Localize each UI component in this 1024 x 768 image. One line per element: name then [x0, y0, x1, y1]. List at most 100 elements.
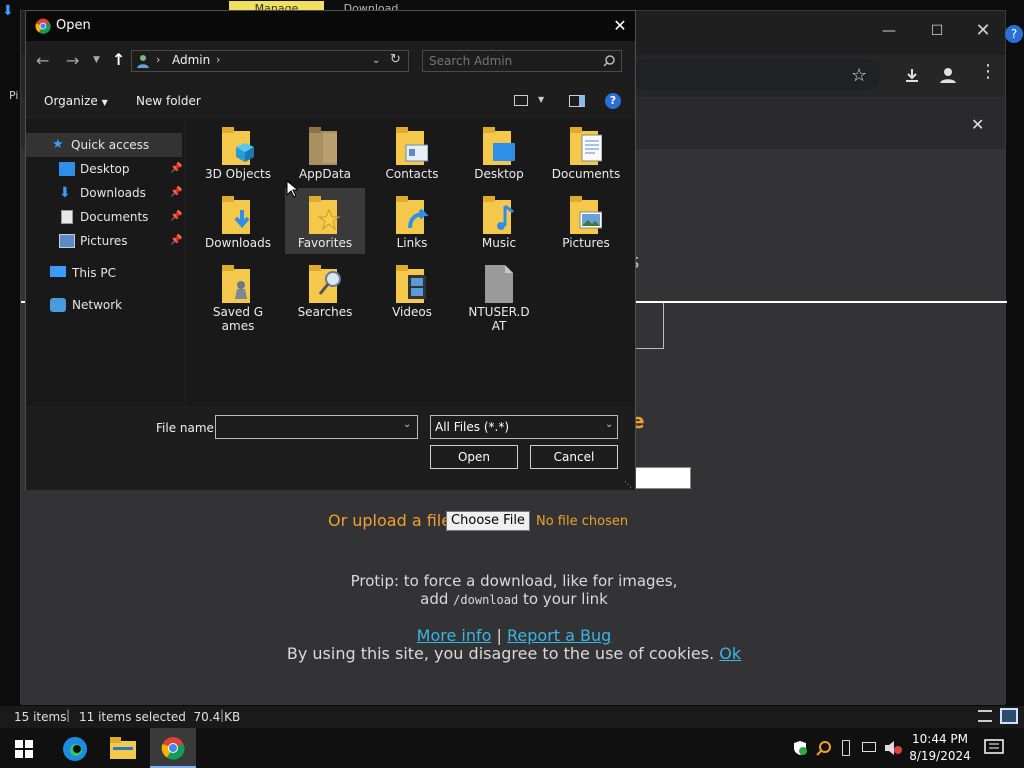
banner-close-icon[interactable]: ✕	[971, 115, 984, 134]
dialog-footer: File name: ⌄ All Files (*.*) ⌄ Open Canc…	[26, 406, 635, 490]
edge-icon[interactable]	[62, 736, 88, 762]
file-item-documents[interactable]: Documents	[546, 119, 626, 185]
dialog-close-button[interactable]: ✕	[606, 14, 634, 38]
links-row: More info | Report a Bug	[21, 626, 1007, 645]
download-icon[interactable]	[903, 67, 921, 85]
selection-info: 11 items selected 70.4 KB	[79, 710, 241, 724]
bookmark-star-icon[interactable]: ☆	[851, 65, 867, 86]
file-item-music[interactable]: Music	[459, 188, 539, 254]
file-item-contacts[interactable]: Contacts	[372, 119, 452, 185]
network-tray-icon[interactable]	[862, 742, 876, 752]
breadcrumb-bar[interactable]: › Admin › ⌄ ↻	[131, 50, 409, 72]
file-name-field[interactable]	[218, 418, 394, 436]
file-item-downloads[interactable]: Downloads	[198, 188, 278, 254]
file-type-select[interactable]: All Files (*.*) ⌄	[430, 415, 618, 439]
dialog-titlebar[interactable]: Open ✕	[26, 11, 635, 41]
file-label: 3D Objects	[204, 167, 272, 181]
protip-add: add	[420, 590, 449, 608]
nav-label: This PC	[72, 266, 116, 280]
document-icon	[61, 210, 73, 224]
view-options-icon[interactable]	[514, 95, 528, 106]
view-chevron-icon[interactable]: ▼	[538, 95, 544, 104]
file-item-desktop[interactable]: Desktop	[459, 119, 539, 185]
resize-grip-icon[interactable]: ⋱	[624, 480, 632, 489]
clock-date[interactable]: 8/19/2024	[905, 749, 975, 763]
download-arrow-icon: ⬇	[59, 185, 71, 201]
protip-line1: Protip: to force a download, like for im…	[350, 572, 678, 590]
folder-hidden-icon	[309, 127, 337, 165]
open-file-dialog: Open ✕ ← → ▼ ↑ › Admin › ⌄ ↻ Organize ▼ …	[25, 10, 636, 490]
refresh-icon[interactable]: ↻	[390, 52, 401, 67]
breadcrumb-admin[interactable]: Admin	[172, 53, 210, 67]
windows-start-icon[interactable]	[15, 740, 33, 758]
notification-icon[interactable]	[984, 739, 1004, 757]
more-info-link[interactable]: More info	[417, 626, 492, 645]
file-item-searches[interactable]: Searches	[285, 257, 365, 323]
pin-icon: 📌	[170, 163, 183, 174]
forward-arrow-icon[interactable]: →	[66, 51, 79, 70]
desktop-icon	[59, 162, 75, 176]
organize-menu[interactable]: Organize ▼	[44, 94, 108, 108]
status-bar: 15 items | 11 items selected 70.4 KB |	[0, 706, 1024, 728]
search-tray-icon[interactable]	[816, 740, 832, 756]
navigation-pane: ★ Quick access Desktop 📌 ⬇ Downloads 📌 D…	[26, 119, 184, 406]
file-explorer-icon[interactable]	[110, 737, 136, 759]
file-item-pictures[interactable]: Pictures	[546, 188, 626, 254]
close-button[interactable]: ✕	[960, 15, 1006, 47]
file-item-videos[interactable]: Videos	[372, 257, 452, 323]
dialog-title: Open	[56, 18, 91, 33]
clock-time[interactable]: 10:44 PM	[905, 732, 975, 746]
cancel-button[interactable]: Cancel	[530, 445, 618, 469]
preview-pane-icon[interactable]	[569, 95, 585, 107]
address-dropdown-icon[interactable]: ⌄	[372, 55, 380, 66]
file-label: Saved Games	[212, 305, 264, 333]
profile-icon[interactable]	[939, 66, 957, 84]
nav-label: Network	[72, 298, 123, 312]
picture-icon	[59, 234, 75, 248]
help-icon[interactable]: ?	[605, 93, 621, 109]
folder-music-icon	[483, 196, 514, 234]
address-bar[interactable]	[631, 59, 881, 91]
details-view-icon[interactable]	[978, 710, 992, 722]
search-box[interactable]	[422, 50, 622, 72]
folder-search-icon	[309, 265, 341, 303]
chrome-icon	[35, 18, 51, 34]
organize-label: Organize	[44, 94, 98, 108]
report-bug-link[interactable]: Report a Bug	[507, 626, 611, 645]
up-arrow-icon[interactable]: ↑	[112, 50, 125, 69]
choose-file-button[interactable]: Choose File	[446, 511, 530, 531]
file-label: Links	[396, 236, 428, 250]
folder-downloads-icon	[222, 196, 250, 234]
back-arrow-icon[interactable]: ←	[36, 51, 49, 70]
folder-pictures-icon	[570, 196, 602, 234]
pin-icon: 📌	[170, 211, 183, 222]
file-item-3d-objects[interactable]: 3D Objects	[198, 119, 278, 185]
search-input[interactable]	[427, 52, 597, 70]
folder-contacts-icon	[396, 127, 428, 165]
maximize-button[interactable]: ☐	[914, 15, 960, 47]
file-item-saved-games[interactable]: Saved Games	[198, 257, 278, 337]
left-edge-text: Pi	[9, 89, 19, 102]
chrome-taskbar-button[interactable]	[150, 728, 196, 768]
minimize-button[interactable]: —	[866, 15, 912, 47]
file-item-ntuser-dat[interactable]: NTUSER.DAT	[459, 257, 539, 337]
security-shield-icon[interactable]	[792, 740, 808, 756]
cookie-ok-link[interactable]: Ok	[719, 644, 741, 663]
file-label: Documents	[551, 167, 621, 181]
file-name-combobox[interactable]: ⌄	[215, 415, 418, 439]
open-button[interactable]: Open	[430, 445, 518, 469]
new-folder-button[interactable]: New folder	[136, 94, 201, 108]
usb-icon[interactable]	[842, 740, 850, 756]
file-item-links[interactable]: Links	[372, 188, 452, 254]
large-icons-view-icon[interactable]	[1000, 708, 1018, 724]
volume-muted-icon[interactable]	[884, 740, 902, 756]
nav-label: Downloads	[80, 186, 146, 200]
command-bar: Organize ▼ New folder ▼ ?	[26, 85, 635, 117]
help-badge-icon[interactable]: ?	[1005, 25, 1023, 43]
file-item-appdata[interactable]: AppData	[285, 119, 365, 185]
recent-chevron-icon[interactable]: ▼	[93, 55, 100, 65]
file-name-dropdown-icon[interactable]: ⌄	[403, 419, 411, 430]
menu-dots-icon[interactable]: ⋮	[979, 61, 997, 82]
star-icon: ★	[52, 137, 64, 152]
protip-end: to your link	[522, 590, 608, 608]
